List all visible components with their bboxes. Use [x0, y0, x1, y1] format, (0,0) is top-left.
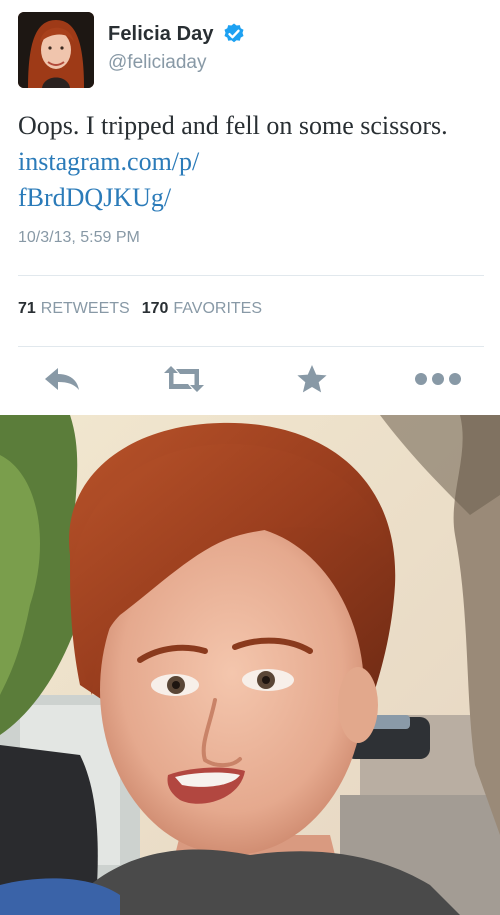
divider — [18, 275, 484, 276]
tweet-header: Felicia Day @feliciaday — [18, 12, 482, 88]
retweets-count[interactable]: 71 — [18, 300, 36, 318]
retweet-icon — [161, 365, 207, 398]
more-icon — [414, 371, 462, 392]
tweet-actions — [0, 363, 500, 399]
tweet-link[interactable]: instagram.com/p/fBrdDQJKUg/ — [18, 147, 199, 212]
retweets-label[interactable]: RETWEETS — [41, 300, 130, 318]
favorites-count[interactable]: 170 — [142, 300, 169, 318]
tweet-text: Oops. I tripped and fell on some scissor… — [18, 108, 478, 216]
tweet-stats: 71 RETWEETS 170 FAVORITES — [18, 300, 274, 318]
reply-button[interactable] — [42, 363, 82, 399]
favorites-label[interactable]: FAVORITES — [173, 300, 262, 318]
tweet-link-part-2: fBrdDQJKUg/ — [18, 183, 172, 212]
tweet-link-part-1: instagram.com/p/ — [18, 147, 200, 176]
tweet-body: Oops. I tripped and fell on some scissor… — [18, 111, 448, 140]
favorite-button[interactable] — [292, 363, 332, 399]
star-icon — [296, 364, 328, 399]
verified-badge-icon — [222, 22, 246, 46]
more-button[interactable] — [415, 363, 461, 399]
divider — [18, 346, 484, 347]
user-handle[interactable]: @feliciaday — [108, 52, 207, 74]
reply-icon — [43, 366, 81, 397]
display-name[interactable]: Felicia Day — [108, 23, 214, 46]
tweet-timestamp[interactable]: 10/3/13, 5:59 PM — [18, 229, 140, 247]
retweet-button[interactable] — [164, 363, 204, 399]
tweet-photo[interactable] — [0, 415, 500, 915]
avatar[interactable] — [18, 12, 94, 88]
